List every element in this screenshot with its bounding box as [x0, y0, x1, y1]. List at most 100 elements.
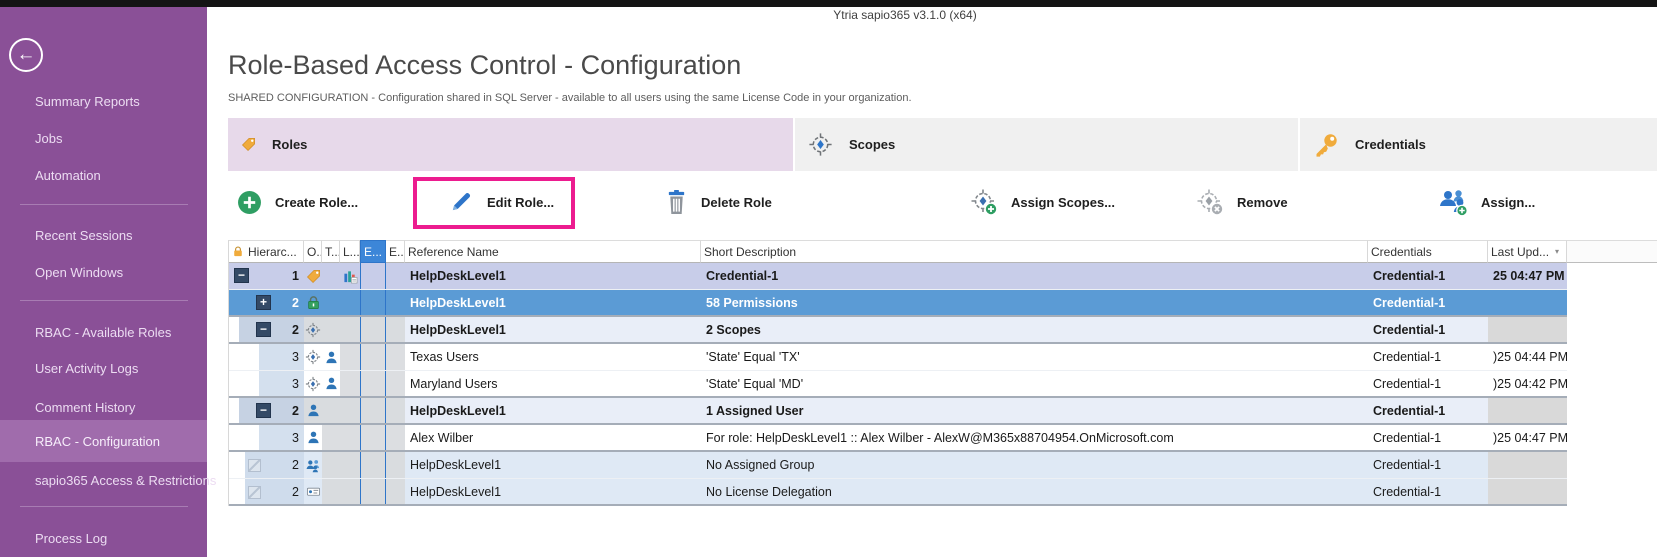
- group-icon: [305, 458, 321, 473]
- rbac-table: Hierarc...O...T...L...E...E...Reference …: [228, 240, 1567, 506]
- toolbar-button-label: Create Role...: [275, 195, 358, 210]
- hierarchy-cell: 3: [229, 371, 304, 396]
- assign-button[interactable]: Assign...: [1438, 178, 1535, 226]
- cell-l: [340, 317, 360, 342]
- column-header-credentials[interactable]: Credentials: [1368, 240, 1488, 263]
- collapse-icon[interactable]: −: [256, 403, 271, 418]
- tab-label: Roles: [272, 137, 307, 152]
- remove-button[interactable]: Remove: [1196, 178, 1288, 226]
- tab-roles[interactable]: Roles: [228, 118, 793, 171]
- cell-o: [304, 290, 322, 315]
- page-title: Role-Based Access Control - Configuratio…: [228, 50, 741, 81]
- hierarchy-cell: 3: [229, 425, 304, 450]
- table-row[interactable]: +2HelpDeskLevel158 PermissionsCredential…: [229, 290, 1567, 317]
- expand-icon[interactable]: +: [256, 295, 271, 310]
- cell-t: [322, 290, 340, 315]
- collapse-icon[interactable]: −: [256, 322, 271, 337]
- column-header-label: L...: [343, 245, 360, 259]
- back-arrow-icon[interactable]: ←: [9, 38, 43, 72]
- table-row[interactable]: −1HelpDeskLevel1Credential-1Credential-1…: [229, 263, 1567, 290]
- table-row[interactable]: −2HelpDeskLevel11 Assigned UserCredentia…: [229, 398, 1567, 425]
- hierarchy-level: 1: [292, 263, 299, 289]
- scope-gray-icon: [305, 322, 321, 338]
- create-role-button[interactable]: Create Role...: [237, 178, 358, 226]
- sidebar-item-label: RBAC - Configuration: [35, 434, 160, 449]
- sidebar-item-process-log[interactable]: Process Log: [0, 521, 207, 555]
- cell-e1: [360, 479, 386, 504]
- sidebar-item-recent-sessions[interactable]: Recent Sessions: [0, 218, 207, 252]
- collapse-icon[interactable]: −: [234, 268, 249, 283]
- sidebar-item-automation[interactable]: Automation: [0, 158, 207, 192]
- short-description-cell: 'State' Equal 'TX': [701, 344, 1368, 370]
- tag-icon: [306, 269, 321, 284]
- column-header-e[interactable]: E...: [360, 240, 386, 263]
- table-row[interactable]: 2HelpDeskLevel1No License DelegationCred…: [229, 479, 1567, 506]
- cell-o: [304, 317, 322, 342]
- cell-e1: [360, 263, 386, 289]
- cell-l: [340, 371, 360, 396]
- hierarchy-indent: [229, 398, 239, 423]
- cell-o: [304, 425, 322, 450]
- sidebar-divider: [20, 204, 188, 205]
- table-row[interactable]: −2HelpDeskLevel12 ScopesCredential-1: [229, 317, 1567, 344]
- key-icon: [1313, 132, 1339, 158]
- toolbar-button-label: Delete Role: [701, 195, 772, 210]
- last-updated-cell: [1488, 290, 1567, 315]
- cell-e2: [386, 452, 405, 478]
- tab-credentials[interactable]: Credentials: [1300, 118, 1657, 171]
- last-updated-cell: [1488, 317, 1567, 342]
- scope-gray-icon: [305, 376, 321, 392]
- credentials-cell: Credential-1: [1368, 452, 1488, 478]
- window-title: Ytria sapio365 v3.1.0 (x64): [207, 8, 1603, 22]
- tab-label: Scopes: [849, 137, 895, 152]
- short-description-cell: 1 Assigned User: [701, 398, 1368, 423]
- sidebar-divider: [20, 506, 188, 507]
- column-header-hierarc[interactable]: Hierarc...: [229, 240, 304, 263]
- cell-t: [322, 371, 340, 396]
- tab-label: Credentials: [1355, 137, 1426, 152]
- sidebar-item-sapio365-access-restrictions[interactable]: sapio365 Access & Restrictions: [0, 463, 207, 497]
- cell-o: [304, 479, 322, 504]
- cell-e2: [386, 479, 405, 504]
- sidebar-item-comment-history[interactable]: Comment History: [0, 390, 207, 424]
- user-icon: [324, 376, 339, 391]
- credentials-cell: Credential-1: [1368, 479, 1488, 504]
- sidebar-item-rbac-available-roles[interactable]: RBAC - Available Roles: [0, 315, 207, 349]
- user-icon: [306, 430, 321, 445]
- user-icon: [324, 350, 339, 365]
- table-row[interactable]: 2HelpDeskLevel1No Assigned GroupCredenti…: [229, 452, 1567, 479]
- column-header-label: T...: [325, 245, 340, 259]
- column-header-label: Last Upd...: [1491, 245, 1549, 259]
- delete-role-button[interactable]: Delete Role: [665, 178, 772, 226]
- cell-e1: [360, 317, 386, 342]
- window-titlebar: [0, 0, 1657, 7]
- cell-e2: [386, 263, 405, 289]
- sidebar-item-open-windows[interactable]: Open Windows: [0, 255, 207, 289]
- column-header-t[interactable]: T...: [322, 240, 340, 263]
- table-row[interactable]: 3Texas Users'State' Equal 'TX'Credential…: [229, 344, 1567, 371]
- hierarchy-level: 3: [292, 344, 299, 370]
- reference-name-cell: Texas Users: [405, 344, 701, 370]
- sidebar-item-summary-reports[interactable]: Summary Reports: [0, 84, 207, 118]
- hierarchy-level: 2: [292, 317, 299, 342]
- column-header-o[interactable]: O...: [304, 240, 322, 263]
- column-header-label: Short Description: [704, 245, 796, 259]
- column-header-short-description[interactable]: Short Description: [701, 240, 1368, 263]
- column-header-label: O...: [307, 245, 322, 259]
- column-header-e[interactable]: E...: [386, 240, 405, 263]
- sidebar-item-user-activity-logs[interactable]: User Activity Logs: [0, 351, 207, 385]
- sidebar-item-rbac-configuration[interactable]: RBAC - Configuration: [0, 420, 207, 462]
- cell-o: [304, 452, 322, 478]
- tab-scopes[interactable]: Scopes: [795, 118, 1298, 171]
- assign-scopes-button[interactable]: Assign Scopes...: [970, 178, 1115, 226]
- column-header-l[interactable]: L...: [340, 240, 360, 263]
- table-row[interactable]: 3Alex WilberFor role: HelpDeskLevel1 :: …: [229, 425, 1567, 452]
- cell-t: [322, 344, 340, 370]
- assign-scope-icon: [970, 188, 998, 216]
- credentials-cell: Credential-1: [1368, 425, 1488, 450]
- column-header-reference-name[interactable]: Reference Name: [405, 240, 701, 263]
- column-header-last-upd[interactable]: Last Upd...▾: [1488, 240, 1567, 263]
- tag-icon: [241, 137, 256, 152]
- sidebar-item-jobs[interactable]: Jobs: [0, 121, 207, 155]
- table-row[interactable]: 3Maryland Users'State' Equal 'MD'Credent…: [229, 371, 1567, 398]
